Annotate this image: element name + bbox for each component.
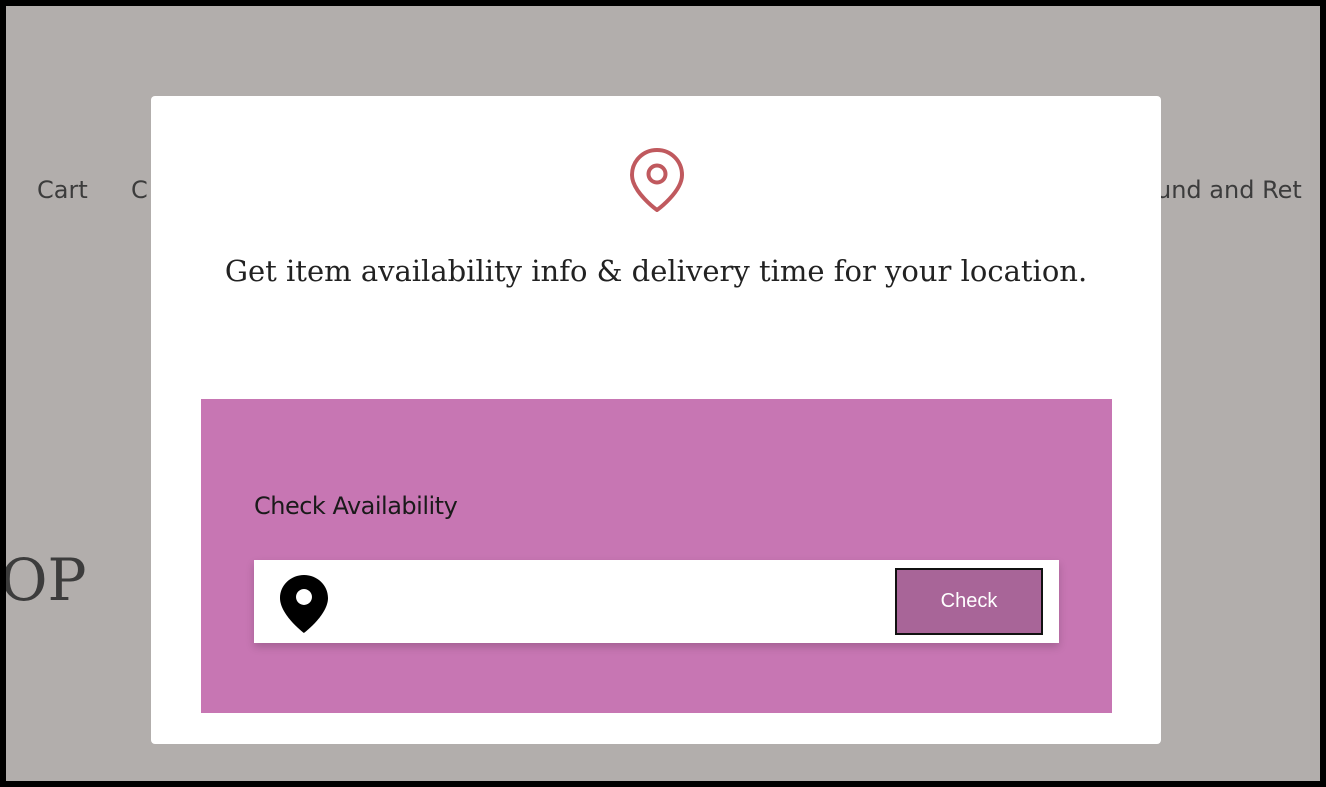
availability-panel: Check Availability Check <box>201 399 1112 713</box>
panel-title: Check Availability <box>254 492 458 520</box>
nav-item-partial[interactable]: C <box>131 176 148 204</box>
location-modal: Get item availability info & delivery ti… <box>151 96 1161 744</box>
location-input[interactable] <box>344 570 888 634</box>
location-pin-solid-icon <box>280 575 328 633</box>
location-input-row: Check <box>254 560 1059 643</box>
page-background: Cart C und and Ret OP Get item availabil… <box>6 6 1320 781</box>
check-button[interactable]: Check <box>895 568 1043 635</box>
modal-heading: Get item availability info & delivery ti… <box>224 254 1088 288</box>
location-pin-outline-icon <box>630 148 684 212</box>
site-title: OP <box>6 546 87 614</box>
nav-item-refund-and-returns[interactable]: und and Ret <box>1156 176 1302 204</box>
nav-item-cart[interactable]: Cart <box>37 176 88 204</box>
